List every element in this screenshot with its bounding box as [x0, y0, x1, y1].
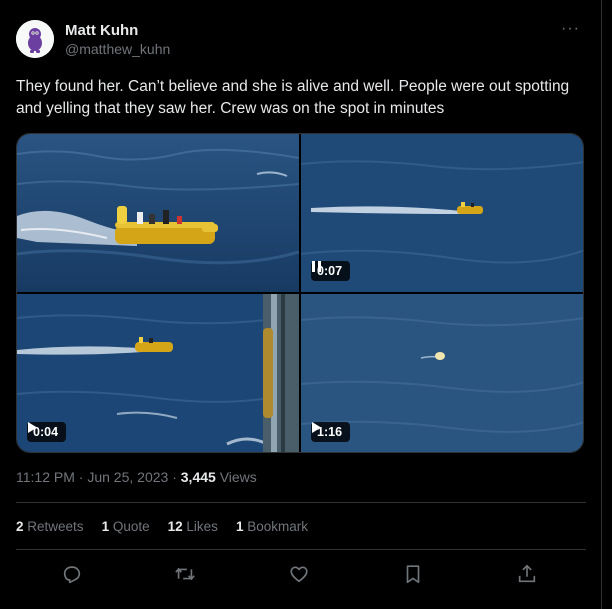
media-video-3[interactable]: 1:16	[301, 294, 583, 452]
tweet-time[interactable]: 11:12 PM	[16, 469, 75, 485]
media-grid: 0:07 0:04 1:16	[16, 133, 584, 453]
bookmark-icon	[406, 565, 420, 584]
quotes-count: 1	[101, 519, 110, 534]
likes-stat[interactable]: 12 Likes	[168, 519, 218, 534]
video-duration-badge[interactable]: 1:16	[311, 422, 351, 442]
bookmarks-label: Bookmark	[247, 519, 308, 534]
meta-separator: ·	[78, 469, 84, 485]
quotes-label: Quote	[112, 519, 150, 534]
tweet-header: Matt Kuhn @matthew_kuhn ···	[16, 20, 586, 60]
play-icon[interactable]	[27, 422, 38, 433]
retweets-label: Retweets	[27, 519, 84, 534]
video-duration-badge[interactable]: 0:04	[27, 422, 67, 442]
views-label: Views	[219, 469, 257, 485]
likes-count: 12	[167, 519, 183, 534]
video-duration-badge[interactable]: 0:07	[311, 261, 351, 281]
meta-separator: ·	[172, 469, 177, 485]
likes-label: Likes	[186, 519, 218, 534]
like-button[interactable]	[288, 563, 312, 587]
tweet-text: They found her. Can’t believe and she is…	[16, 78, 570, 117]
divider	[16, 502, 586, 503]
retweet-button[interactable]	[174, 563, 198, 587]
retweets-stat[interactable]: 2 Retweets	[16, 519, 84, 534]
pause-icon[interactable]	[311, 261, 322, 272]
bookmarks-stat[interactable]: 1 Bookmark	[236, 519, 308, 534]
retweet-icon	[175, 567, 195, 581]
tweet-page: Matt Kuhn @matthew_kuhn ··· They found h…	[0, 0, 602, 609]
bookmarks-count: 1	[235, 519, 244, 534]
engagement-stats: 2 Retweets 1 Quote 12 Likes 1 Bookmark	[16, 519, 308, 534]
author-name[interactable]: Matt Kuhn	[65, 22, 138, 39]
quotes-stat[interactable]: 1 Quote	[102, 519, 150, 534]
heart-icon	[290, 566, 308, 583]
tweet-meta: 11:12 PM · Jun 25, 2023 · 3,445 Views	[16, 469, 257, 485]
boat-photo	[17, 134, 299, 292]
play-icon[interactable]	[311, 422, 322, 433]
share-icon	[518, 564, 536, 583]
cartoon-character-icon	[16, 20, 54, 58]
author-handle[interactable]: @matthew_kuhn	[65, 41, 170, 57]
divider	[16, 549, 586, 550]
avatar[interactable]	[16, 20, 54, 58]
reply-button[interactable]	[61, 563, 85, 587]
action-bar	[16, 563, 586, 587]
more-horizontal-icon[interactable]: ···	[561, 20, 580, 38]
retweets-count: 2	[16, 519, 24, 534]
media-video-1[interactable]: 0:07	[301, 134, 583, 292]
share-button[interactable]	[516, 563, 540, 587]
media-photo-1[interactable]	[17, 134, 299, 292]
tweet-date[interactable]: Jun 25, 2023	[87, 469, 168, 485]
views-count: 3,445	[180, 469, 216, 485]
reply-icon	[63, 566, 81, 584]
media-video-2[interactable]: 0:04	[17, 294, 299, 452]
bookmark-button[interactable]	[402, 563, 426, 587]
